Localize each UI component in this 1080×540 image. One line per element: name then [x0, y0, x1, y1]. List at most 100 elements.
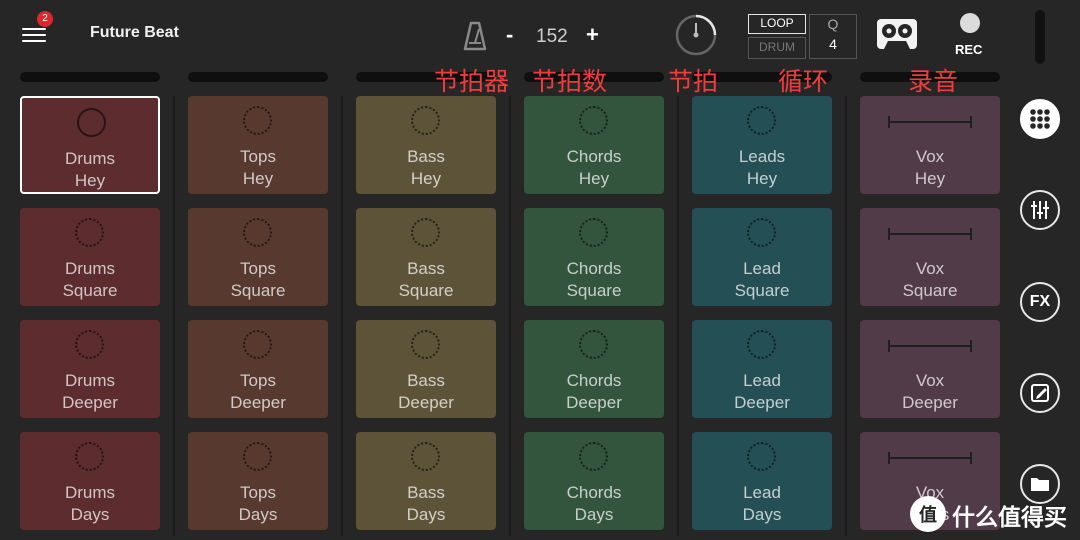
pad-tops-square[interactable]: Tops Square — [188, 208, 328, 306]
scroll-handle[interactable] — [1035, 10, 1045, 64]
mixer-button[interactable] — [1020, 190, 1060, 230]
annotation-metronome: 节拍器 — [434, 68, 510, 96]
watermark-logo: 值 — [910, 496, 946, 532]
bpm-decrease-button[interactable]: - — [506, 22, 513, 48]
watermark-logo-icon: 值 — [919, 504, 937, 526]
edit-icon — [1031, 384, 1049, 402]
pad-leads-days[interactable]: Lead Days — [692, 432, 832, 530]
pad-chords-hey[interactable]: Chords Hey — [524, 96, 664, 194]
tape-recorder-button[interactable] — [876, 18, 918, 55]
pad-label-name: Drums — [64, 149, 116, 168]
pad-bass-square[interactable]: Bass Square — [356, 208, 496, 306]
notification-badge: 2 — [37, 11, 53, 27]
pad-label-name: Drums — [64, 371, 116, 390]
pad-vox-deeper[interactable]: Vox Deeper — [860, 320, 1000, 418]
pad-label-variant: Days — [238, 505, 278, 524]
folder-icon — [1031, 478, 1049, 491]
loop-toggle[interactable]: LOOP — [748, 14, 806, 34]
grid-icon — [1030, 109, 1050, 129]
playback-ring-icon — [243, 218, 272, 247]
pad-vox-square[interactable]: Vox Square — [860, 208, 1000, 306]
edit-button[interactable] — [1020, 373, 1060, 413]
pad-leads-square[interactable]: Lead Square — [692, 208, 832, 306]
pad-label-variant: Square — [398, 281, 454, 300]
column-divider — [173, 96, 175, 536]
pad-chords-deeper[interactable]: Chords Deeper — [524, 320, 664, 418]
pad-leads-hey[interactable]: Leads Hey — [692, 96, 832, 194]
pad-label-name: Bass — [407, 483, 445, 502]
playback-ring-icon — [77, 108, 106, 137]
pad-drums-square[interactable]: Drums Square — [20, 208, 160, 306]
fx-button[interactable]: FX — [1020, 282, 1060, 322]
menu-icon-line — [22, 34, 46, 36]
pad-drums-days[interactable]: Drums Days — [20, 432, 160, 530]
pad-leads-deeper[interactable]: Lead Deeper — [692, 320, 832, 418]
menu-icon — [22, 28, 46, 30]
pad-chords-days[interactable]: Chords Days — [524, 432, 664, 530]
pad-vox-hey[interactable]: Vox Hey — [860, 96, 1000, 194]
pad-label-name: Chords — [566, 371, 622, 390]
pad-label-name: Tops — [240, 371, 276, 390]
project-title: Future Beat — [90, 24, 179, 41]
pad-label-name: Lead — [743, 259, 781, 278]
pad-bass-days[interactable]: Bass Days — [356, 432, 496, 530]
waveform-icon — [888, 116, 972, 128]
pad-label-variant: Hey — [578, 169, 610, 188]
grid-view-button[interactable] — [1020, 99, 1060, 139]
metronome-button[interactable] — [462, 20, 488, 57]
quantize-button[interactable]: Q 4 — [809, 14, 857, 59]
column-header-drums[interactable] — [20, 72, 160, 82]
annotation-beat: 节拍 — [668, 68, 719, 96]
pad-label-name: Tops — [240, 483, 276, 502]
beat-dial[interactable] — [674, 13, 718, 62]
pad-label-variant: Square — [734, 281, 790, 300]
menu-button[interactable]: 2 — [18, 11, 53, 48]
waveform-icon — [888, 340, 972, 352]
pad-tops-hey[interactable]: Tops Hey — [188, 96, 328, 194]
record-button[interactable] — [960, 13, 980, 33]
column-header-tops[interactable] — [188, 72, 328, 82]
pad-drums-deeper[interactable]: Drums Deeper — [20, 320, 160, 418]
pad-label-variant: Days — [742, 505, 782, 524]
annotation-loop: 循环 — [778, 68, 829, 96]
playback-ring-icon — [747, 330, 776, 359]
playback-ring-icon — [747, 106, 776, 135]
pad-tops-deeper[interactable]: Tops Deeper — [188, 320, 328, 418]
playback-ring-icon — [411, 218, 440, 247]
pad-label-name: Drums — [64, 483, 116, 502]
fx-icon: FX — [1029, 293, 1051, 310]
pad-label-name: Tops — [240, 259, 276, 278]
waveform-icon — [888, 452, 972, 464]
mixer-sliders-icon — [1031, 201, 1049, 219]
playback-ring-icon — [579, 442, 608, 471]
pad-chords-square[interactable]: Chords Square — [524, 208, 664, 306]
playback-ring-icon — [411, 330, 440, 359]
pad-bass-hey[interactable]: Bass Hey — [356, 96, 496, 194]
pad-label-variant: Deeper — [230, 393, 286, 412]
annotation-bpm: 节拍数 — [532, 68, 608, 96]
pad-label-variant: Days — [70, 505, 110, 524]
bpm-increase-button[interactable]: + — [586, 22, 599, 48]
playback-ring-icon — [579, 106, 608, 135]
pad-bass-deeper[interactable]: Bass Deeper — [356, 320, 496, 418]
pad-label-name: Drums — [64, 259, 116, 278]
pad-label-name: Lead — [743, 371, 781, 390]
pad-label-variant: Hey — [410, 169, 442, 188]
pad-label-name: Vox — [915, 259, 945, 278]
pad-label-variant: Square — [62, 281, 118, 300]
drum-toggle[interactable]: DRUM — [748, 37, 806, 59]
pad-label-variant: Deeper — [398, 393, 454, 412]
playback-ring-icon — [75, 442, 104, 471]
pad-drums-hey[interactable]: Drums Hey — [20, 96, 160, 194]
quantize-value: 4 — [829, 36, 837, 52]
pad-label-variant: Square — [230, 281, 286, 300]
record-label: REC — [955, 42, 983, 57]
bpm-value: 152 — [536, 26, 568, 47]
playback-ring-icon — [243, 106, 272, 135]
pad-label-name: Chords — [566, 259, 622, 278]
pad-label-variant: Hey — [74, 171, 106, 190]
pad-label-name: Chords — [566, 483, 622, 502]
column-divider — [341, 96, 343, 536]
waveform-icon — [888, 228, 972, 240]
pad-tops-days[interactable]: Tops Days — [188, 432, 328, 530]
